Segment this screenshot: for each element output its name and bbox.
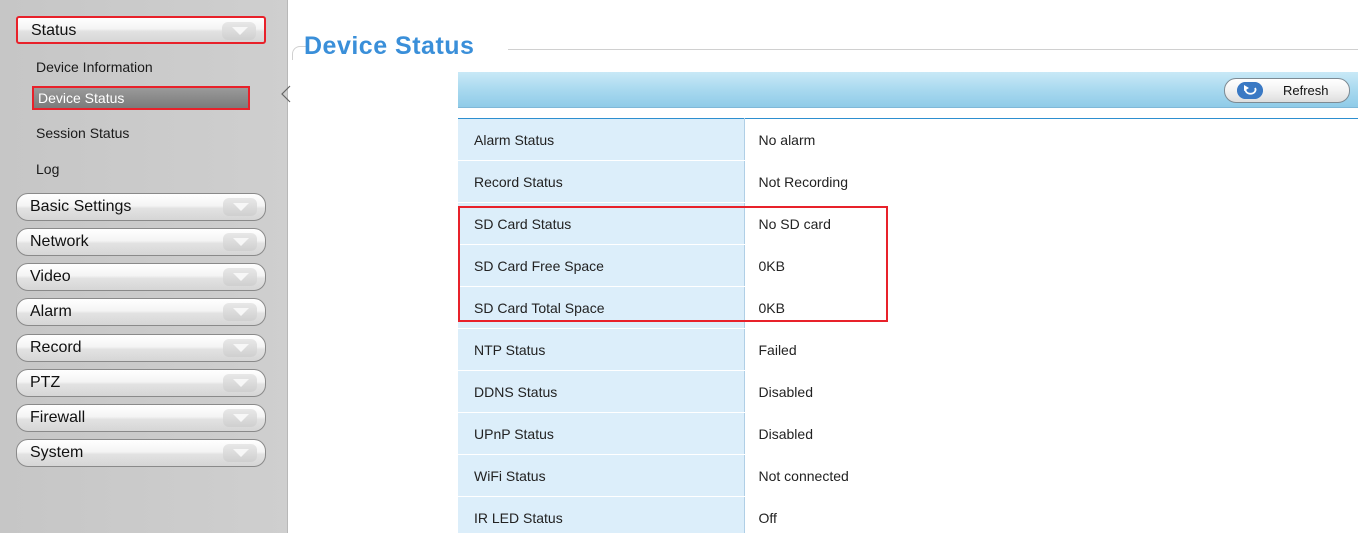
row-label: NTP Status	[458, 328, 745, 371]
menu-alarm-label: Alarm	[30, 303, 72, 320]
menu-status-label: Status	[31, 22, 77, 39]
menu-network-label: Network	[30, 233, 89, 250]
menu-ptz[interactable]: PTZ	[16, 369, 266, 397]
sidebar-item-session-status[interactable]: Session Status	[36, 122, 129, 144]
row-value: Disabled	[744, 412, 1358, 455]
menu-video[interactable]: Video	[16, 263, 266, 291]
page-title: Device Status	[304, 32, 475, 60]
chevron-down-icon	[223, 444, 257, 462]
row-value: Disabled	[744, 370, 1358, 413]
menu-record-label: Record	[30, 339, 82, 356]
menu-video-label: Video	[30, 268, 71, 285]
row-value: 0KB	[744, 286, 1358, 329]
refresh-label: Refresh	[1283, 83, 1329, 98]
chevron-down-icon	[223, 198, 257, 216]
chevron-down-icon	[223, 409, 257, 427]
toolbar: Refresh	[458, 72, 1358, 108]
menu-network[interactable]: Network	[16, 228, 266, 256]
chevron-down-icon	[223, 374, 257, 392]
menu-firewall[interactable]: Firewall	[16, 404, 266, 432]
row-label: SD Card Free Space	[458, 244, 745, 287]
row-value: 0KB	[744, 244, 1358, 287]
row-value: Off	[744, 496, 1358, 533]
row-label: IR LED Status	[458, 496, 745, 533]
menu-firewall-label: Firewall	[30, 409, 86, 426]
row-value: Failed	[744, 328, 1358, 371]
row-label: Alarm Status	[458, 118, 745, 161]
title-divider	[508, 49, 1358, 50]
row-value: No SD card	[744, 202, 1358, 245]
menu-basic-settings-label: Basic Settings	[30, 198, 132, 215]
table-row: SD Card Total Space 0KB	[458, 286, 1358, 329]
chevron-down-icon	[222, 22, 256, 40]
row-label: SD Card Status	[458, 202, 745, 245]
menu-record[interactable]: Record	[16, 334, 266, 362]
sidebar-item-log[interactable]: Log	[36, 158, 59, 180]
row-label: Record Status	[458, 160, 745, 203]
table-row: IR LED Status Off	[458, 496, 1358, 533]
sidebar-item-device-information[interactable]: Device Information	[36, 56, 153, 78]
table-row: Alarm Status No alarm	[458, 118, 1358, 161]
row-label: WiFi Status	[458, 454, 745, 497]
sidebar-item-device-status[interactable]: Device Status	[32, 86, 250, 110]
collapse-notch-icon	[281, 85, 291, 103]
menu-system-label: System	[30, 444, 84, 461]
table-row: WiFi Status Not connected	[458, 454, 1358, 497]
menu-status[interactable]: Status	[16, 16, 266, 44]
row-label: SD Card Total Space	[458, 286, 745, 329]
menu-alarm[interactable]: Alarm	[16, 298, 266, 326]
refresh-icon	[1237, 82, 1263, 99]
row-label: DDNS Status	[458, 370, 745, 413]
table-row: SD Card Free Space 0KB	[458, 244, 1358, 287]
table-row: SD Card Status No SD card	[458, 202, 1358, 245]
chevron-down-icon	[223, 303, 257, 321]
row-value: No alarm	[744, 118, 1358, 161]
status-table: Alarm Status No alarm Record Status Not …	[458, 118, 1358, 533]
chevron-down-icon	[223, 339, 257, 357]
row-label: UPnP Status	[458, 412, 745, 455]
sidebar: Status Device Information Device Status …	[0, 0, 291, 533]
chevron-down-icon	[223, 268, 257, 286]
refresh-button[interactable]: Refresh	[1224, 78, 1350, 103]
menu-system[interactable]: System	[16, 439, 266, 467]
menu-basic-settings[interactable]: Basic Settings	[16, 193, 266, 221]
row-value: Not Recording	[744, 160, 1358, 203]
row-value: Not connected	[744, 454, 1358, 497]
table-row: DDNS Status Disabled	[458, 370, 1358, 413]
table-row: UPnP Status Disabled	[458, 412, 1358, 455]
menu-ptz-label: PTZ	[30, 374, 61, 391]
chevron-down-icon	[223, 233, 257, 251]
table-row: Record Status Not Recording	[458, 160, 1358, 203]
table-row: NTP Status Failed	[458, 328, 1358, 371]
